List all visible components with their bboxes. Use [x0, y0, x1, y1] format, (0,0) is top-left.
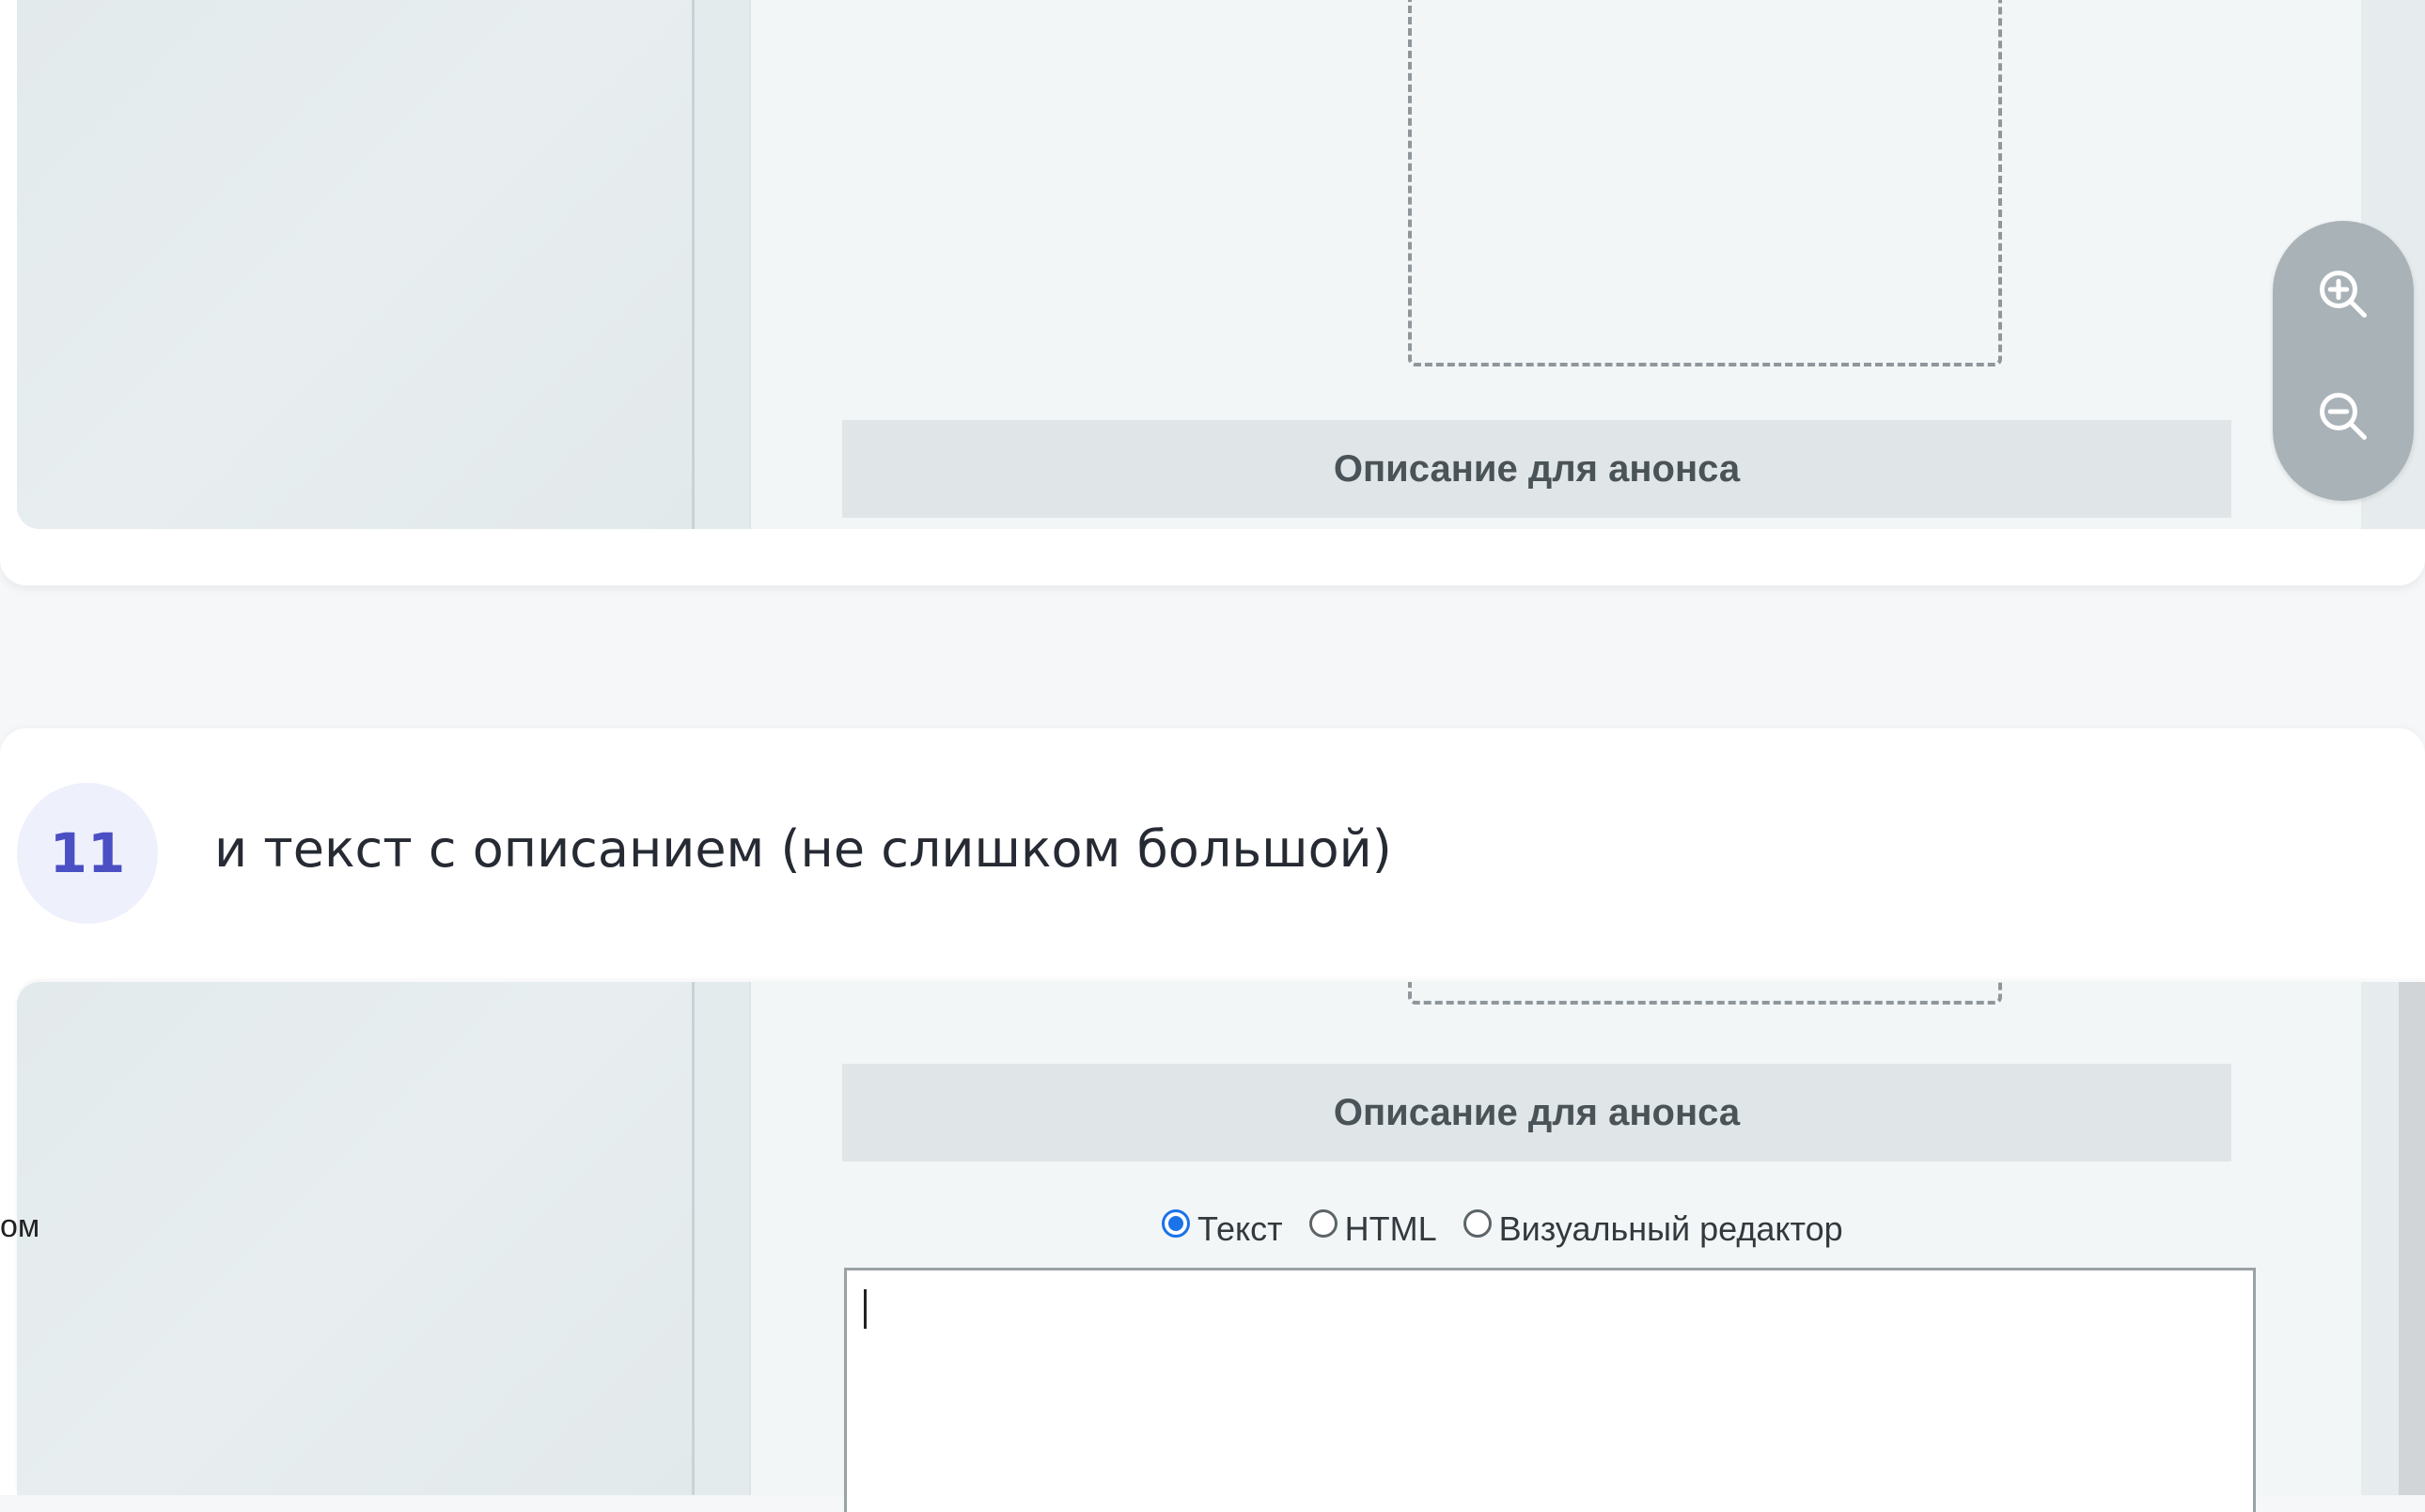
editor-mode-html-label: HTML [1344, 1209, 1437, 1248]
radio-html[interactable] [1308, 1209, 1338, 1238]
gutter [695, 0, 749, 529]
radio-text[interactable] [1162, 1209, 1190, 1238]
editor-mode-visual[interactable]: Визуальный редактор [1463, 1209, 1843, 1249]
editor-mode-text[interactable]: Текст [1162, 1209, 1283, 1249]
zoom-control [2273, 221, 2414, 501]
announcement-textarea[interactable] [844, 1268, 2256, 1512]
truncated-label: ом [0, 1208, 40, 1244]
zoom-out-button[interactable] [2308, 381, 2379, 452]
page-scrollbar[interactable] [2399, 982, 2425, 1495]
image-dropzone[interactable] [1408, 0, 2002, 366]
section-header-announcement: Описание для анонса [842, 1064, 2231, 1161]
zoom-in-button[interactable] [2308, 258, 2379, 330]
editor-mode-visual-label: Визуальный редактор [1498, 1209, 1843, 1248]
gutter [695, 982, 749, 1495]
image-dropzone[interactable] [1408, 982, 2002, 1005]
left-pane [17, 982, 695, 1495]
editor-mode-selector: Текст HTML Визуальный редактор [1162, 1201, 1870, 1257]
editor-mode-html[interactable]: HTML [1308, 1209, 1437, 1249]
editor-mode-text-label: Текст [1197, 1209, 1283, 1248]
section-header-announcement: Описание для анонса [842, 420, 2231, 518]
left-pane [17, 0, 695, 529]
step-header: 11 и текст с описанием (не слишком больш… [0, 728, 2425, 982]
step-description: и текст с описанием (не слишком большой) [214, 819, 1392, 879]
radio-visual[interactable] [1463, 1209, 1492, 1238]
zoom-out-icon [2320, 393, 2367, 440]
screenshot-card-top: Описание для анонса [0, 0, 2425, 585]
text-caret [864, 1289, 867, 1329]
screenshot-top: Описание для анонса [17, 0, 2425, 529]
step-number-badge: 11 [17, 783, 158, 924]
zoom-in-icon [2320, 271, 2367, 318]
